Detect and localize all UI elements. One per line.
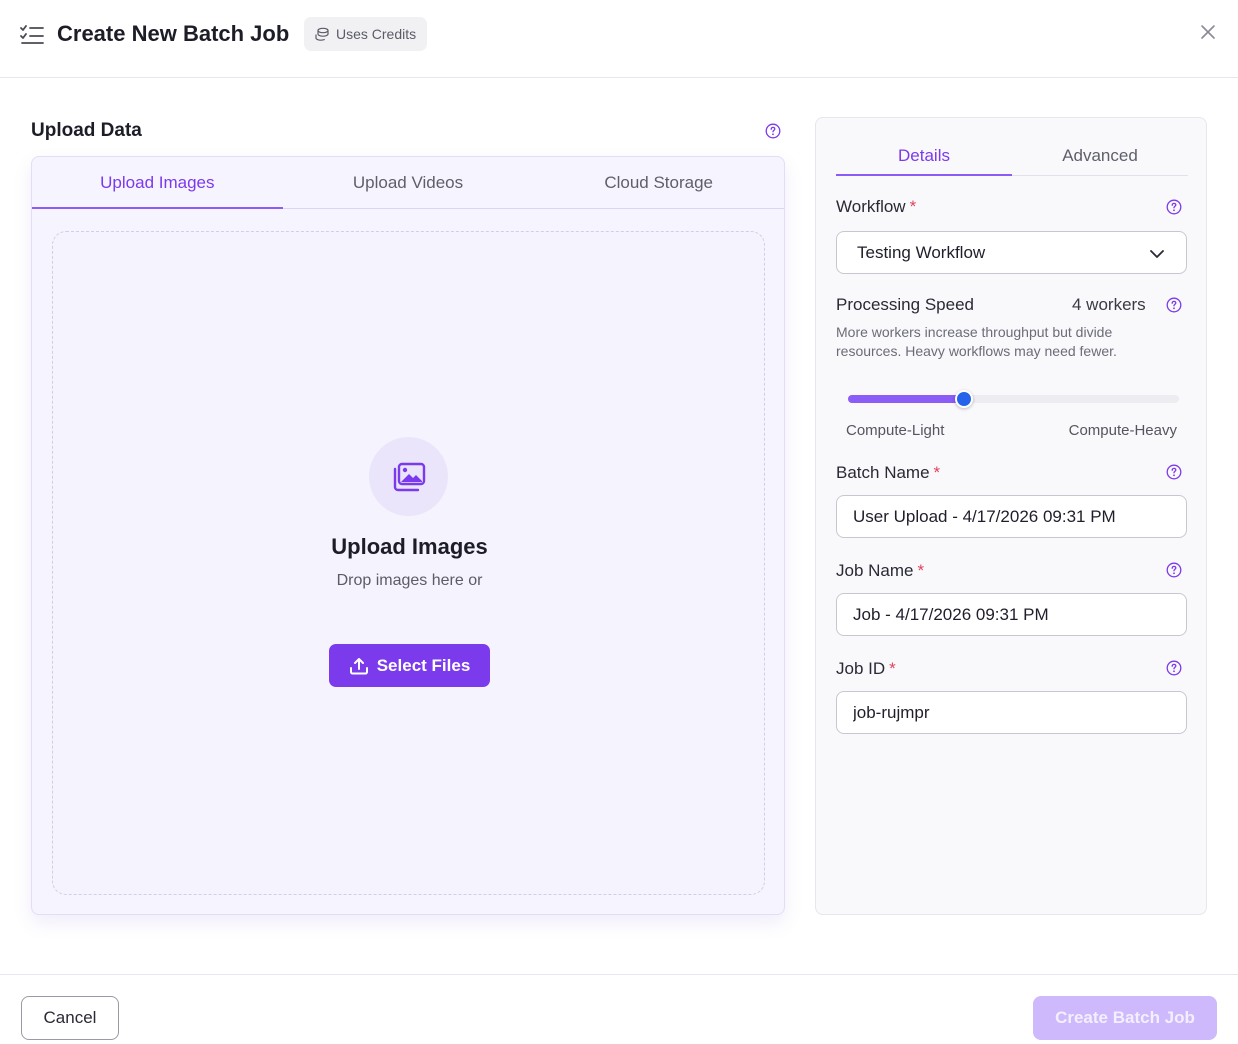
badge-label: Uses Credits [336,26,417,42]
images-icon [393,462,425,491]
job-name-label: Job Name * [836,561,924,581]
workflow-select[interactable]: Testing Workflow [836,231,1187,274]
select-files-button[interactable]: Select Files [329,644,490,687]
close-icon[interactable] [1198,22,1218,42]
help-icon[interactable] [1166,660,1182,676]
select-files-label: Select Files [376,655,471,675]
tab-details[interactable]: Details [836,136,1012,176]
dialog-footer: Cancel Create Batch Job [0,974,1238,1044]
tab-upload-videos[interactable]: Upload Videos [283,157,534,208]
job-name-input[interactable] [836,593,1187,636]
image-dropzone[interactable]: Upload Images Drop images here or Select… [52,231,765,895]
job-name-label-text: Job Name [836,561,914,580]
processing-speed-label-text: Processing Speed [836,295,974,314]
tab-cloud-storage[interactable]: Cloud Storage [533,157,784,208]
slider-thumb[interactable] [954,390,973,408]
slider-max-label: Compute-Heavy [1068,422,1177,439]
processing-speed-description: More workers increase throughput but div… [836,324,1117,359]
upload-tabs: Upload Images Upload Videos Cloud Storag… [32,157,784,209]
help-icon[interactable] [1166,297,1182,313]
tab-advanced[interactable]: Advanced [1012,136,1188,175]
cancel-button[interactable]: Cancel [21,996,119,1040]
settings-tabs: Details Advanced [836,136,1188,176]
job-id-input[interactable] [836,691,1187,734]
help-icon[interactable] [1166,464,1182,480]
coins-icon [315,27,329,41]
slider-min-label: Compute-Light [846,422,945,439]
dropzone-title: Upload Images [331,534,488,559]
create-batch-job-button[interactable]: Create Batch Job [1033,996,1217,1040]
required-asterisk: * [889,659,896,678]
dialog-header: Create New Batch Job Uses Credits [0,0,1238,78]
job-id-label: Job ID * [836,659,896,679]
workers-count: 4 workers [1072,295,1146,314]
job-id-label-text: Job ID [836,659,886,678]
required-asterisk: * [909,197,917,216]
batch-name-label-text: Batch Name [836,463,930,482]
help-icon[interactable] [1166,199,1182,215]
processing-speed-slider[interactable] [848,390,1179,408]
dialog-title: Create New Batch Job [57,21,290,46]
chevron-down-icon [1150,250,1164,258]
batch-name-input[interactable] [836,495,1187,538]
workflow-label-text: Workflow [836,197,906,216]
workflow-selected-value: Testing Workflow [857,242,986,262]
upload-data-title: Upload Data [31,120,142,141]
processing-speed-label: Processing Speed [836,295,974,315]
upload-panel: Upload Images Upload Videos Cloud Storag… [31,156,785,915]
dropzone-subtitle: Drop images here or [336,572,483,589]
help-icon[interactable] [765,123,781,139]
job-settings-panel: Details Advanced Workflow * Testing Work… [815,117,1207,915]
list-checks-icon [20,25,44,44]
required-asterisk: * [917,561,925,580]
dropzone-icon-circle [369,437,448,516]
uses-credits-badge: Uses Credits [304,17,428,51]
required-asterisk: * [933,463,941,482]
batch-name-label: Batch Name * [836,463,940,483]
help-icon[interactable] [1166,562,1182,578]
tab-upload-images[interactable]: Upload Images [32,157,283,209]
workflow-label: Workflow * [836,197,916,217]
slider-fill [848,395,964,403]
upload-icon [349,657,368,674]
